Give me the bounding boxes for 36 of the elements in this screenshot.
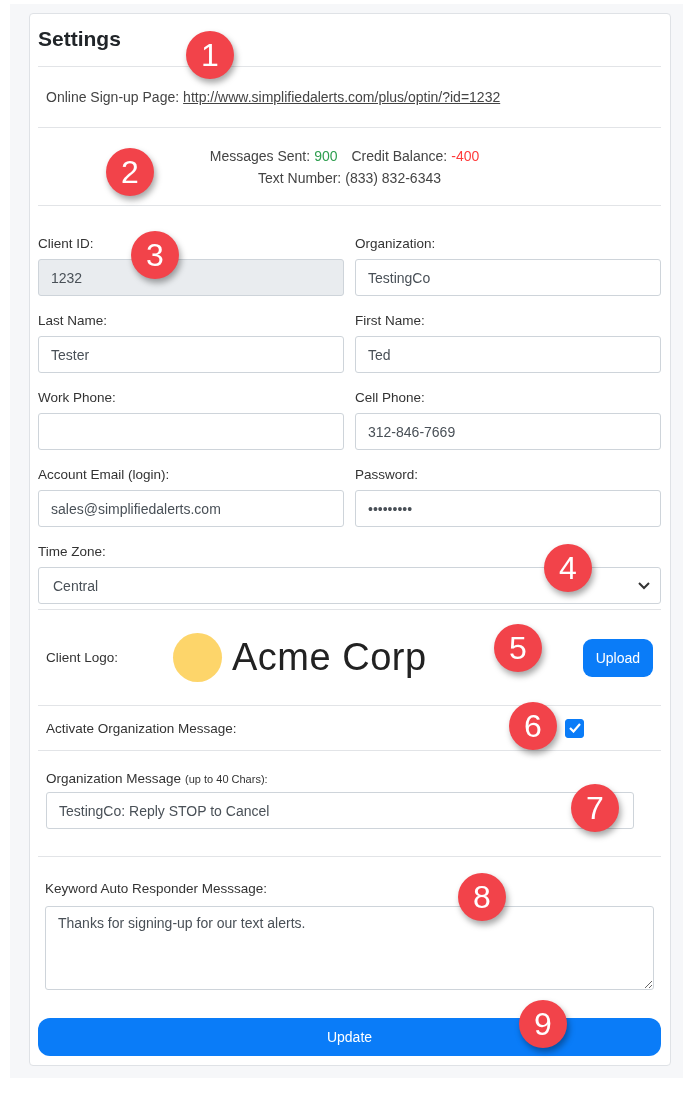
messages-sent-value: 900	[314, 147, 338, 164]
field-label: Cell Phone:	[355, 389, 426, 407]
field-label: Work Phone:	[38, 389, 117, 407]
logo-name: Acme Corp	[232, 636, 427, 679]
field-label: Account Email (login):	[38, 466, 171, 484]
field-label: Password:	[355, 466, 420, 484]
upload-button[interactable]: Upload	[582, 638, 653, 677]
input-field[interactable]: 312-846-7669	[355, 413, 661, 450]
credit-balance-value: -400	[451, 147, 480, 164]
activate-label: Activate Organization Message:	[46, 720, 237, 736]
input-field[interactable]: Ted	[355, 336, 661, 373]
field-label: Last Name:	[38, 312, 109, 330]
time-zone-label: Time Zone:	[38, 543, 107, 561]
input-field[interactable]	[38, 413, 344, 450]
checkmark-icon	[568, 723, 581, 733]
org-message-note: (up to 40 Chars):	[185, 773, 268, 785]
keyword-label: Keyword Auto Responder Messsage:	[45, 880, 268, 898]
input-field[interactable]: Tester	[38, 336, 344, 373]
chevron-down-icon	[638, 581, 650, 590]
signup-link[interactable]: http://www.simplifiedalerts.com/plus/optin/?id=1232	[183, 89, 501, 105]
text-number-value: (833) 832-6343	[345, 169, 441, 186]
field-label: Organization:	[355, 235, 437, 253]
activate-checkbox[interactable]	[565, 718, 584, 738]
signup-label: Online Sign-up Page:	[46, 89, 180, 105]
credit-balance-label: Credit Balance:	[351, 147, 448, 164]
logo-circle-icon	[173, 633, 222, 682]
field-label: First Name:	[355, 312, 426, 330]
field-label: Client ID:	[38, 235, 95, 253]
text-number-label: Text Number:	[258, 169, 342, 186]
client-logo-label: Client Logo:	[46, 650, 120, 665]
input-field[interactable]: TestingCo	[355, 259, 661, 296]
settings-title: Settings	[38, 26, 121, 52]
org-message-label: Organization Message	[46, 771, 182, 786]
input-field[interactable]: sales@simplifiedalerts.com	[38, 490, 344, 527]
input-field[interactable]: •••••••••	[355, 490, 661, 527]
messages-sent-label: Messages Sent:	[209, 147, 311, 164]
